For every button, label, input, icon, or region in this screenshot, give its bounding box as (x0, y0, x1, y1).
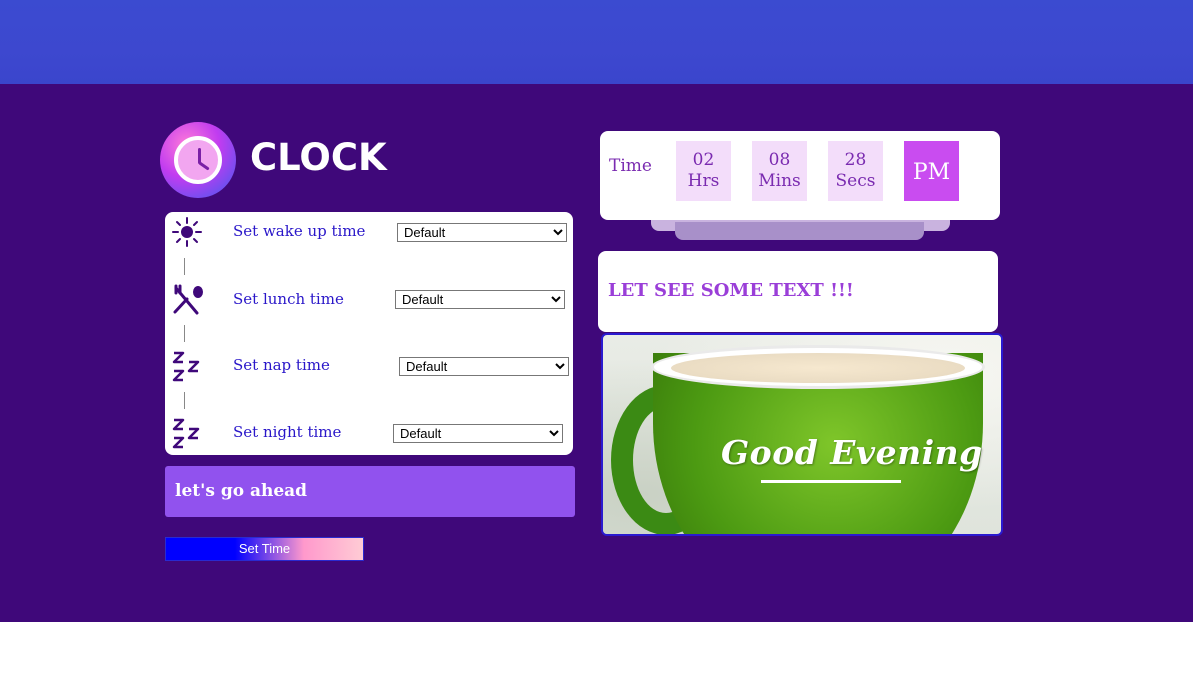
hours-value: 02 (692, 150, 715, 170)
timeline-connector (184, 392, 187, 409)
brand-logo: CLOCK (160, 122, 390, 200)
ampm-indicator: PM (904, 141, 959, 201)
message-panel: LET SEE SOME TEXT !!! (598, 251, 998, 332)
night-label: Set night time (233, 423, 342, 441)
lunch-label: Set lunch time (233, 290, 344, 308)
lunch-row: Set lunch time Default (165, 280, 573, 320)
night-row: Set night time Default (165, 413, 573, 453)
wake-up-select[interactable]: Default (397, 223, 567, 242)
go-ahead-banner: let's go ahead (165, 466, 575, 517)
schedule-panel: Set wake up time Default Set lunch time … (165, 212, 573, 455)
clock-icon (160, 122, 236, 198)
time-label: Time (609, 156, 652, 176)
seconds-box: 28 Secs (828, 141, 883, 201)
nap-label: Set nap time (233, 356, 330, 374)
clock-display: Time 02 Hrs 08 Mins 28 Secs PM (600, 131, 1000, 220)
zzz-icon (171, 417, 203, 449)
greeting-underline (761, 480, 901, 483)
top-banner (0, 0, 1193, 86)
greeting-text: Good Evening (721, 433, 983, 472)
timeline-connector (184, 258, 187, 275)
hours-box: 02 Hrs (676, 141, 731, 201)
wake-up-row: Set wake up time Default (165, 212, 573, 252)
zzz-icon (171, 350, 203, 382)
brand-title: CLOCK (250, 136, 387, 179)
clock-panel-shadow (675, 222, 924, 240)
hours-unit: Hrs (687, 171, 720, 191)
go-ahead-text: let's go ahead (175, 481, 308, 501)
fork-spoon-icon (171, 284, 203, 316)
wake-up-label: Set wake up time (233, 222, 366, 240)
minutes-value: 08 (768, 150, 791, 170)
seconds-value: 28 (844, 150, 867, 170)
minutes-box: 08 Mins (752, 141, 807, 201)
minutes-unit: Mins (758, 171, 801, 191)
greeting-image: Good Evening (601, 333, 1003, 536)
nap-select[interactable]: Default (399, 357, 569, 376)
night-select[interactable]: Default (393, 424, 563, 443)
nap-row: Set nap time Default (165, 346, 573, 386)
lunch-select[interactable]: Default (395, 290, 565, 309)
message-text: LET SEE SOME TEXT !!! (608, 280, 854, 301)
seconds-unit: Secs (835, 171, 876, 191)
sun-icon (171, 216, 203, 248)
timeline-connector (184, 325, 187, 342)
set-time-button[interactable]: Set Time (165, 537, 364, 561)
